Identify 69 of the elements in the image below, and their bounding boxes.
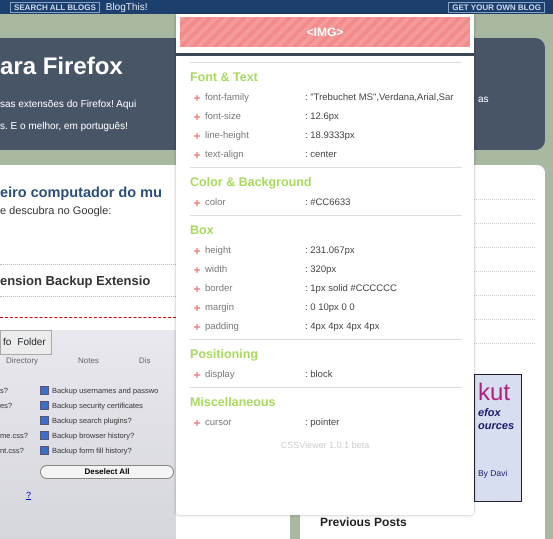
section-title: Positioning <box>190 346 260 363</box>
blog-description: as <box>478 93 489 107</box>
plus-icon[interactable] <box>194 114 200 120</box>
property-name: color <box>205 196 227 210</box>
property-value: : 4px 4px 4px 4px <box>305 320 380 334</box>
property-name: padding <box>205 320 240 334</box>
ad-text: efox <box>478 407 501 420</box>
help-link[interactable]: ? <box>26 489 32 502</box>
plus-icon[interactable] <box>194 200 200 206</box>
property-value: : center <box>305 148 337 162</box>
plus-icon[interactable] <box>194 324 200 330</box>
plus-icon[interactable] <box>194 152 200 158</box>
plus-icon[interactable] <box>194 304 200 310</box>
checkbox[interactable] <box>40 386 49 395</box>
checkbox[interactable] <box>40 401 49 410</box>
section-title: Miscellaneous <box>190 394 276 411</box>
property-name: margin <box>205 301 236 315</box>
checkbox[interactable] <box>40 431 49 440</box>
property-value: : 0 10px 0 0 <box>305 301 355 315</box>
property-value: : 320px <box>305 263 336 277</box>
plus-icon[interactable] <box>194 248 200 254</box>
plus-icon[interactable] <box>194 372 200 378</box>
property-name: cursor <box>205 416 232 430</box>
property-name: line-height <box>205 129 250 143</box>
post-title[interactable]: eiro computador do mu <box>0 183 162 203</box>
toolbar-label: Folder <box>17 336 46 350</box>
property-value: : pointer <box>305 416 340 430</box>
checkbox[interactable] <box>40 416 49 425</box>
property-value: : block <box>305 368 332 382</box>
property-name: font-family <box>205 91 250 105</box>
blog-description: sas extensões do Firefox! Aqui <box>0 98 136 112</box>
blog-title: ara Firefox <box>0 52 123 82</box>
blog-description: s. E o melhor, em português! <box>0 120 128 134</box>
property-value: : 12.6px <box>305 110 339 124</box>
search-blogs-button[interactable]: SEARCH ALL BLOGS <box>10 2 100 12</box>
property-name: height <box>205 244 232 258</box>
plus-icon[interactable] <box>194 286 200 292</box>
deselect-all-button[interactable]: Deselect All <box>40 465 174 479</box>
section-title: Color & Background <box>190 174 313 191</box>
property-name: border <box>205 282 234 296</box>
toolbar-tab[interactable]: Notes <box>78 355 99 367</box>
toolbar-label: fo <box>3 336 12 350</box>
property-name: text-align <box>205 148 245 162</box>
property-value: : 1px solid #CCCCCC <box>305 282 397 296</box>
checkbox[interactable] <box>40 446 49 455</box>
plus-icon[interactable] <box>194 132 200 138</box>
plus-icon[interactable] <box>194 420 200 426</box>
property-value: : 18.9333px <box>305 129 355 143</box>
property-name: width <box>205 263 228 277</box>
toolbar-tab[interactable]: Directory <box>6 355 38 367</box>
section-title: Font & Text <box>190 69 259 86</box>
section-title: Box <box>190 222 215 239</box>
post-text: e descubra no Google: <box>0 204 112 219</box>
ad-text: ources <box>478 420 514 433</box>
property-value: : #CC6633 <box>305 196 350 210</box>
property-name: font-size <box>205 110 242 124</box>
sidebar-heading: Previous Posts <box>320 514 407 531</box>
plus-icon[interactable] <box>194 266 200 272</box>
property-value: : "Trebuchet MS",Verdana,Arial,Sar <box>305 91 454 105</box>
property-name: display <box>205 368 236 382</box>
toolbar-tab[interactable]: Dis <box>138 355 150 367</box>
ad-text: kut <box>478 379 510 407</box>
element-tag-header: <IMG> <box>180 17 470 47</box>
property-value: : 231.067px <box>305 244 355 258</box>
post-heading: ension Backup Extensio <box>0 272 150 290</box>
blogthis-link[interactable]: BlogThis! <box>106 2 148 12</box>
get-blog-button[interactable]: GET YOUR OWN BLOG <box>448 2 545 12</box>
plus-icon[interactable] <box>194 94 200 100</box>
ad-text: By Davi <box>478 467 508 480</box>
